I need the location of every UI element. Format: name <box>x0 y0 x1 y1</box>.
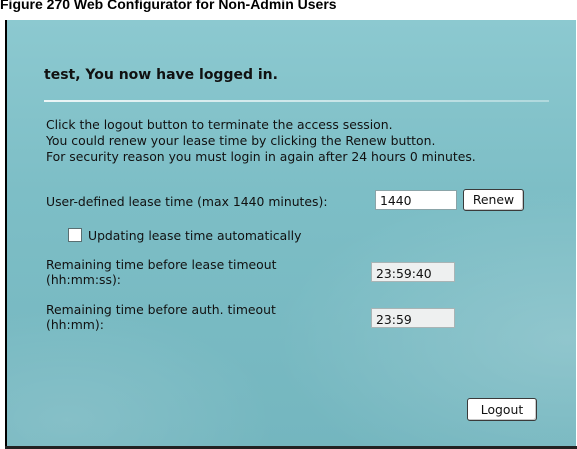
session-info: Click the logout button to terminate the… <box>46 117 556 165</box>
renew-button[interactable]: Renew <box>463 189 524 211</box>
remaining-auth-label: Remaining time before auth. timeout (hh:… <box>46 302 276 332</box>
lease-time-label: User-defined lease time (max 1440 minute… <box>46 194 328 209</box>
lease-time-input[interactable] <box>375 190 457 210</box>
login-status-title: test, You now have logged in. <box>44 67 278 83</box>
remaining-lease-label: Remaining time before lease timeout (hh:… <box>46 257 277 287</box>
info-line: Click the logout button to terminate the… <box>46 117 393 132</box>
info-line: You could renew your lease time by click… <box>46 133 436 148</box>
info-line: For security reason you must login in ag… <box>46 149 476 164</box>
title-divider <box>44 100 549 102</box>
auto-update-checkbox[interactable] <box>68 228 82 242</box>
remaining-lease-value: 23:59:40 <box>371 262 455 282</box>
logout-button[interactable]: Logout <box>467 398 537 421</box>
remaining-auth-value: 23:59 <box>371 308 455 328</box>
figure-caption: Figure 270 Web Configurator for Non-Admi… <box>0 0 337 12</box>
auto-update-label: Updating lease time automatically <box>88 228 302 243</box>
